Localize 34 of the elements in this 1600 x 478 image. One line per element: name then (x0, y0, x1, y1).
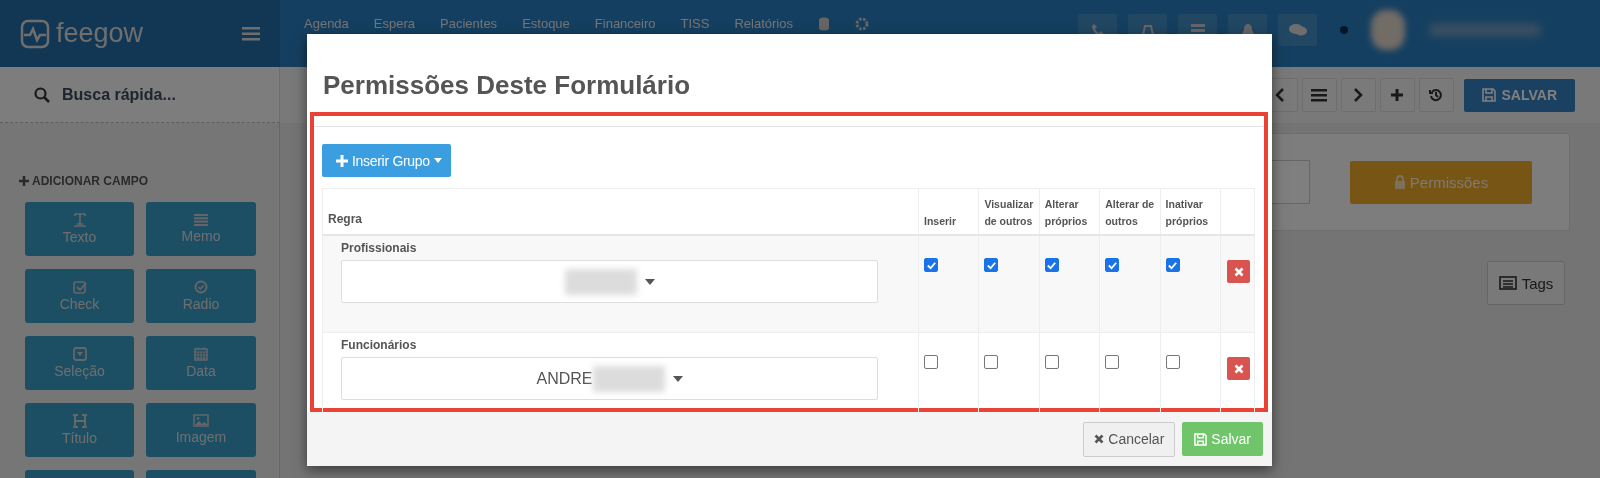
column-header: Alterar próprios (1044, 197, 1089, 229)
field-button[interactable]: Seleção (25, 336, 134, 390)
nav-link[interactable]: TISS (680, 16, 710, 31)
field-button[interactable]: Check (25, 269, 134, 323)
nav-link[interactable]: Espera (373, 16, 416, 31)
nav-link[interactable]: Estoque (522, 16, 570, 31)
field-button[interactable]: Texto (25, 202, 134, 256)
field-button[interactable]: Radio (146, 269, 256, 323)
field-button[interactable]: Data (146, 336, 256, 390)
group-label: Profissionais (341, 241, 417, 255)
column-header: Inserir (924, 213, 958, 229)
save-button[interactable]: SALVAR (1463, 78, 1575, 112)
column-header: Regra (328, 212, 362, 227)
search-field[interactable]: Busca rápida... (62, 85, 176, 104)
column-header: Visualizar de outros (984, 197, 1035, 229)
modal-title: Permissões Deste Formulário (323, 70, 691, 100)
tags-button[interactable]: Tags (1487, 261, 1565, 305)
cancel-button[interactable]: Cancelar (1083, 421, 1176, 457)
nav-link[interactable]: Agenda (304, 16, 349, 31)
column-header: Inativar próprios (1165, 197, 1210, 229)
field-button[interactable]: Título (25, 403, 134, 457)
nav-link[interactable]: Pacientes (440, 16, 498, 31)
permissions-button[interactable]: Permissões (1350, 160, 1532, 204)
nav-link[interactable]: Relatórios (734, 16, 793, 31)
field-button[interactable]: Imagem (146, 403, 256, 457)
column-header: Alterar de outros (1105, 197, 1156, 229)
field-button[interactable]: Memo (146, 202, 256, 256)
nav-link[interactable]: Financeiro (594, 16, 656, 31)
group-label: Funcionários (341, 338, 417, 352)
logo[interactable]: feegow (56, 18, 144, 49)
select-field[interactable]: ANDRE (341, 357, 878, 400)
section-heading: ADICIONAR CAMPO (32, 174, 148, 188)
save-button[interactable]: Salvar (1182, 422, 1263, 456)
insert-group-button[interactable]: Inserir Grupo (322, 144, 451, 177)
